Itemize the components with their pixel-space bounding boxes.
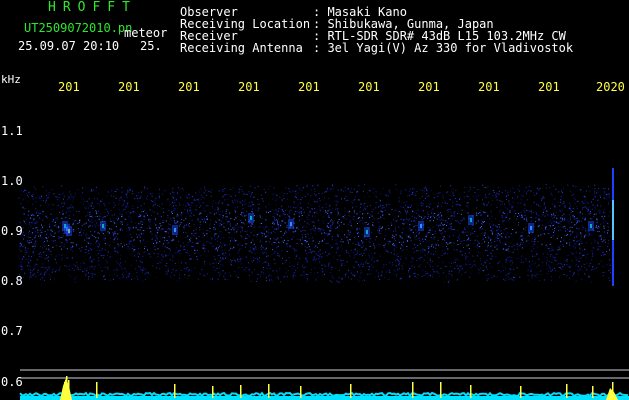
x-tick-1: 201 (58, 80, 80, 94)
spectrogram-canvas (18, 168, 629, 400)
y-tick-2: 1.0 (1, 174, 23, 188)
y-axis-unit: kHz (1, 73, 21, 86)
meteor-echoes (62, 168, 614, 286)
field-label-antenna: Receiving Antenna (180, 41, 303, 55)
x-tick-6: 201 (358, 80, 380, 94)
capture-extra-value: 25. (140, 39, 162, 53)
y-tick-1: 1.1 (1, 124, 23, 138)
x-tick-5: 201 (298, 80, 320, 94)
x-tick-8: 201 (478, 80, 500, 94)
app-title: HROFFT (48, 0, 137, 15)
y-tick-4: 0.8 (1, 274, 23, 288)
field-value-antenna: : 3el Yagi(V) Az 330 for Vladivostok (313, 41, 574, 55)
x-tick-10: 2020 (596, 80, 625, 94)
y-tick-3: 0.9 (1, 224, 23, 238)
x-tick-9: 201 (538, 80, 560, 94)
x-tick-4: 201 (238, 80, 260, 94)
file-name: UT2509072010.pn (24, 21, 133, 35)
file-suffix: meteor (124, 26, 168, 40)
signal-strength-plot (19, 376, 629, 400)
capture-datetime: 25.09.07 20:10 (18, 39, 120, 53)
x-tick-7: 201 (418, 80, 440, 94)
x-tick-2: 201 (118, 80, 140, 94)
y-tick-5: 0.7 (1, 324, 23, 338)
y-tick-6: 0.6 (1, 375, 23, 389)
spectrogram-noise (18, 184, 611, 283)
x-tick-3: 201 (178, 80, 200, 94)
